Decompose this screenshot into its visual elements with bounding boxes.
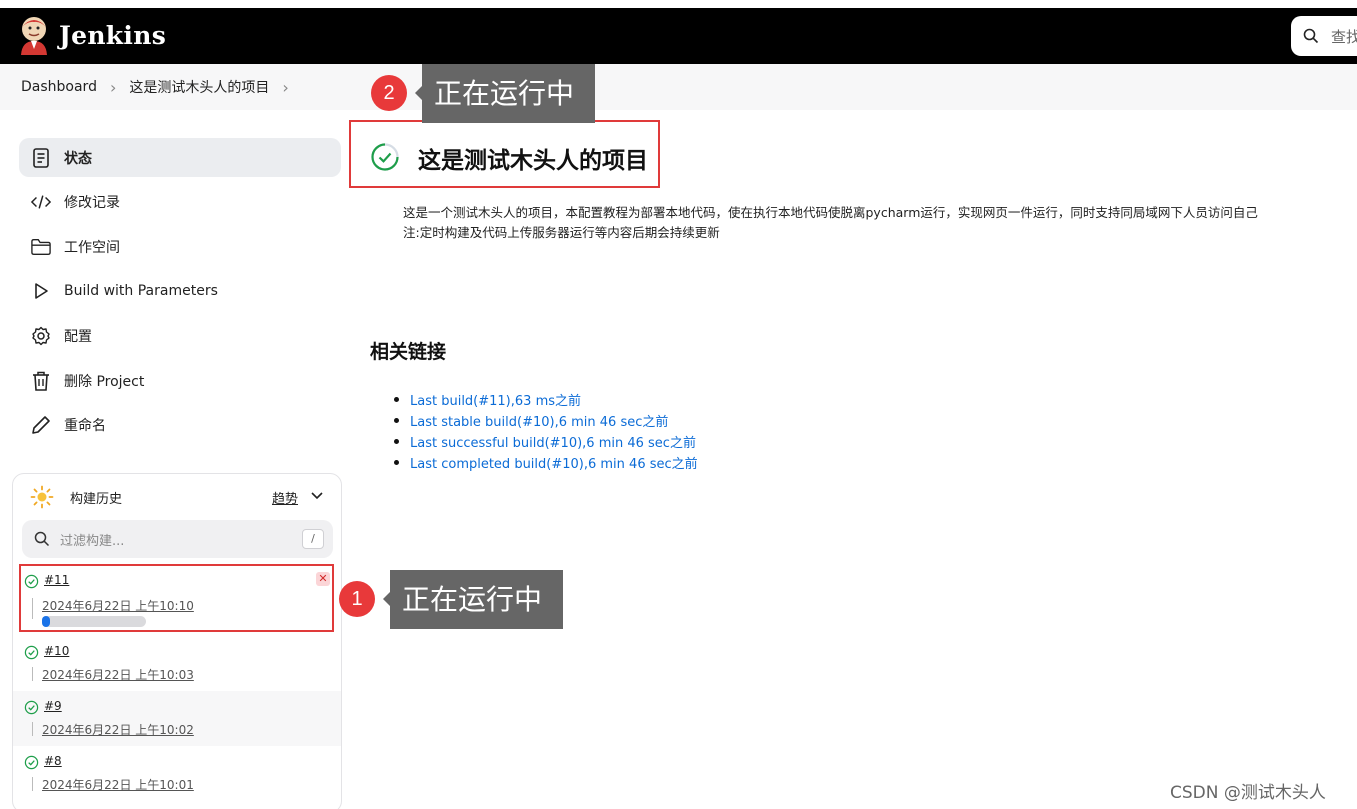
success-check-icon [24, 700, 39, 715]
sidebar-item-rename[interactable]: 重命名 [19, 405, 341, 444]
folder-icon [31, 237, 51, 257]
project-description: 这是一个测试木头人的项目，本配置教程为部署本地代码，使在执行本地代码使脱离pyc… [403, 203, 1357, 243]
build-history-panel: 构建历史 趋势 过滤构建... / #11 ✕ 2024年6月22日 上午10:… [12, 473, 342, 809]
timeline-line [32, 722, 33, 736]
build-filter-input[interactable]: 过滤构建... / [22, 520, 333, 558]
sidebar-item-label: 修改记录 [64, 194, 120, 211]
document-icon [31, 147, 51, 168]
jenkins-logo-icon [21, 17, 47, 55]
code-icon [31, 192, 51, 212]
sidebar-item-status[interactable]: 状态 [19, 138, 341, 177]
trash-icon [31, 371, 51, 391]
annotation-badge: 2 [371, 75, 407, 111]
sidebar-item-configure[interactable]: 配置 [19, 316, 341, 355]
build-number[interactable]: #8 [44, 754, 62, 768]
app-name: Jenkins [59, 20, 167, 50]
breadcrumb-dashboard[interactable]: Dashboard [21, 79, 97, 95]
last-build-link[interactable]: Last build(#11),63 ms之前 [392, 390, 698, 411]
jenkins-home-link[interactable]: Jenkins [18, 15, 166, 55]
watermark: CSDN @测试木头人 [1170, 783, 1326, 803]
breadcrumb-project[interactable]: 这是测试木头人的项目 [129, 77, 269, 97]
last-completed-build-link[interactable]: Last completed build(#10),6 min 46 sec之前 [392, 453, 698, 474]
sidebar-item-workspace[interactable]: 工作空间 [19, 227, 341, 266]
sidebar-item-delete-project[interactable]: 删除 Project [19, 361, 341, 400]
build-number[interactable]: #10 [44, 644, 69, 658]
sidebar-item-label: Build with Parameters [64, 282, 218, 299]
description-line: 注:定时构建及代码上传服务器运行等内容后期会持续更新 [403, 225, 720, 240]
search-icon [34, 531, 50, 547]
annotation-badge: 1 [339, 581, 375, 617]
search-placeholder: 查找 [1331, 27, 1357, 46]
build-history-title: 构建历史 [70, 492, 123, 507]
sidebar-item-label: 删除 Project [64, 373, 145, 390]
last-stable-build-link[interactable]: Last stable build(#10),6 min 46 sec之前 [392, 411, 698, 432]
pencil-icon [31, 415, 51, 435]
build-date[interactable]: 2024年6月22日 上午10:01 [42, 776, 194, 793]
annotation-arrow [383, 592, 390, 606]
description-line: 这是一个测试木头人的项目，本配置教程为部署本地代码，使在执行本地代码使脱离pyc… [403, 205, 1258, 220]
success-check-icon [24, 755, 39, 770]
chevron-down-icon[interactable] [310, 488, 324, 502]
success-check-icon [24, 645, 39, 660]
build-row[interactable]: #9 2024年6月22日 上午10:02 [13, 691, 341, 746]
running-status-icon [371, 143, 399, 171]
play-icon [31, 281, 51, 301]
sidebar-item-label: 配置 [64, 328, 92, 345]
annotation-tooltip: 正在运行中 [390, 570, 563, 629]
keyboard-shortcut-badge: / [302, 529, 324, 549]
last-successful-build-link[interactable]: Last successful build(#10),6 min 46 sec之… [392, 432, 698, 453]
trend-link[interactable]: 趋势 [272, 488, 298, 507]
sidebar-item-label: 重命名 [64, 417, 106, 434]
gear-icon [31, 326, 51, 346]
page-title: 这是测试木头人的项目 [418, 148, 648, 174]
search-icon [1303, 28, 1319, 44]
sidebar-item-build-with-parameters[interactable]: Build with Parameters [19, 271, 341, 310]
sun-icon [30, 485, 54, 509]
breadcrumb: Dashboard › 这是测试木头人的项目 › [0, 64, 1357, 110]
sidebar-item-label: 工作空间 [64, 239, 120, 256]
build-row[interactable]: #10 2024年6月22日 上午10:03 [13, 636, 341, 691]
timeline-line [32, 777, 33, 791]
build-date[interactable]: 2024年6月22日 上午10:02 [42, 721, 194, 738]
sidebar-item-label: 状态 [64, 150, 92, 167]
annotation-tooltip: 正在运行中 [422, 64, 595, 123]
top-header: Jenkins 查找 [0, 8, 1357, 64]
breadcrumb-chevron-icon[interactable]: › [282, 78, 288, 97]
build-date[interactable]: 2024年6月22日 上午10:03 [42, 666, 194, 683]
build-row[interactable]: #8 2024年6月22日 上午10:01 [13, 746, 341, 801]
breadcrumb-chevron-icon: › [109, 77, 117, 97]
build-history-header: 构建历史 趋势 [13, 474, 341, 518]
search-input[interactable]: 查找 [1291, 16, 1357, 56]
build-number[interactable]: #9 [44, 699, 62, 713]
annotation-highlight-box [19, 564, 334, 632]
timeline-line [32, 667, 33, 681]
annotation-arrow [415, 86, 422, 100]
sidebar-item-changes[interactable]: 修改记录 [19, 182, 341, 221]
filter-placeholder: 过滤构建... [60, 533, 125, 549]
related-links-title: 相关链接 [370, 341, 447, 363]
related-links-list: Last build(#11),63 ms之前 Last stable buil… [392, 390, 698, 474]
